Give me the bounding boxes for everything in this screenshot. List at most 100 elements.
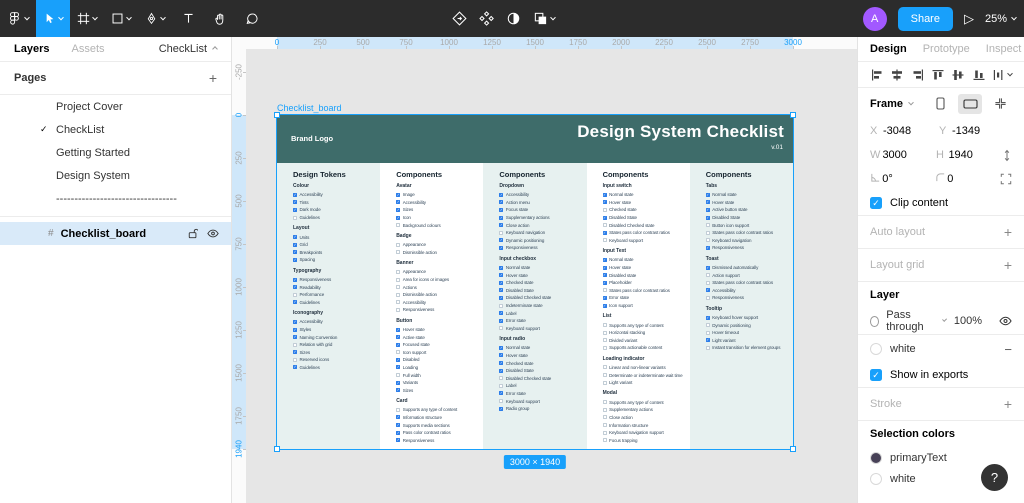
present-button[interactable]: ▷ [964, 11, 974, 27]
add-page-button[interactable]: + [209, 70, 217, 86]
section-title: Modal [587, 390, 690, 396]
checklist-item: ✓Sizes [277, 349, 380, 357]
checked-checkbox-icon: ✓ [499, 311, 503, 315]
shape-tool-button[interactable] [104, 0, 138, 37]
item-label: Action support [712, 273, 739, 278]
height-label: H [936, 149, 948, 161]
opacity-field[interactable]: 100% [954, 315, 982, 327]
h-ruler-tick [449, 46, 450, 49]
align-top-icon[interactable] [931, 68, 945, 82]
item-label: Accessibility [506, 192, 529, 197]
frame-preset-dropdown[interactable]: Frame [870, 98, 913, 110]
move-tool-button[interactable] [36, 0, 70, 37]
canvas[interactable]: 0250500750100012501500175020002250250027… [232, 37, 857, 503]
align-right-icon[interactable] [911, 68, 925, 82]
selection-handle-top-left[interactable] [274, 112, 280, 118]
fill-color-name[interactable]: white [890, 343, 916, 355]
unchecked-checkbox-icon [293, 358, 297, 362]
align-vertical-center-icon[interactable] [951, 68, 965, 82]
vertical-ruler[interactable]: -250025050075010001250150017501940 [232, 49, 246, 503]
checklist-item: ✓Sizes [380, 386, 483, 394]
unchecked-checkbox-icon [603, 415, 607, 419]
zoom-level-control[interactable]: 25% [985, 13, 1016, 25]
unchecked-checkbox-icon [396, 270, 400, 274]
horizontal-ruler[interactable]: 0250500750100012501500175020002250250027… [232, 37, 857, 49]
tab-prototype[interactable]: Prototype [923, 43, 970, 55]
page-item-4[interactable]: Design System [0, 164, 231, 187]
checked-checkbox-icon: ✓ [499, 246, 503, 250]
avatar[interactable]: A [863, 7, 887, 31]
board-column-1: Design TokensColour✓Accessibility✓Tints✓… [277, 163, 380, 449]
checked-checkbox-icon: ✓ [499, 296, 503, 300]
independent-corners-icon[interactable] [1000, 173, 1012, 185]
add-layout-grid-button[interactable]: + [1004, 257, 1012, 273]
x-value-field[interactable]: -3048 [883, 125, 939, 137]
align-horizontal-center-icon[interactable] [890, 68, 904, 82]
align-bottom-icon[interactable] [972, 68, 986, 82]
page-item-3[interactable]: Getting Started [0, 141, 231, 164]
remove-fill-button[interactable]: − [1004, 342, 1012, 357]
selection-handle-bottom-right[interactable] [790, 446, 796, 452]
y-value-field[interactable]: -1349 [952, 125, 1008, 137]
tab-design[interactable]: Design [870, 43, 907, 55]
rotation-value-field[interactable]: 0° [882, 173, 935, 185]
fill-color-swatch[interactable] [870, 343, 882, 355]
clip-content-checkbox[interactable]: ✓ [870, 197, 882, 209]
tab-inspect[interactable]: Inspect [986, 43, 1021, 55]
corner-radius-value-field[interactable]: 0 [947, 173, 1000, 185]
portrait-orientation-icon[interactable] [928, 94, 952, 114]
item-label: Error state [609, 295, 629, 300]
page-item-2[interactable]: ✓CheckList [0, 118, 231, 141]
boolean-groups-button[interactable] [533, 11, 555, 26]
checklist-item: Keyboard navigation [690, 237, 793, 245]
add-auto-layout-button[interactable]: + [1004, 224, 1012, 240]
color-swatch[interactable] [870, 473, 882, 485]
item-label: Guidelines [300, 300, 320, 305]
unlock-icon[interactable] [188, 228, 198, 239]
auto-layout-label: Auto layout [870, 226, 925, 238]
checklist-board-frame[interactable]: Brand Logo Design System Checklist v.01 … [277, 115, 793, 449]
color-name[interactable]: primaryText [890, 452, 947, 464]
height-value-field[interactable]: 1940 [948, 149, 1002, 161]
hand-tool-button[interactable] [204, 0, 236, 37]
pen-tool-button[interactable] [138, 0, 172, 37]
use-as-mask-button[interactable] [506, 11, 521, 26]
edit-object-button[interactable] [452, 11, 467, 26]
checklist-item: Disabled Checked state [483, 374, 586, 382]
text-tool-button[interactable] [172, 0, 204, 37]
layer-row-checklist-board[interactable]: # Checklist_board [0, 222, 231, 245]
v-ruler-tick [243, 72, 246, 73]
checklist-item: ✓Error state [483, 317, 586, 325]
item-label: Actions [403, 285, 417, 290]
constrain-proportions-icon[interactable] [1002, 149, 1012, 162]
comment-tool-button[interactable] [236, 0, 268, 37]
width-value-field[interactable]: 3000 [882, 149, 936, 161]
blend-mode-select[interactable]: Pass through [886, 309, 947, 333]
distribute-spacing-icon[interactable] [992, 68, 1012, 82]
resize-to-fit-icon[interactable] [988, 94, 1012, 114]
page-item-5[interactable]: --------------------------------- [0, 187, 231, 210]
page-item-1[interactable]: Project Cover [0, 95, 231, 118]
color-swatch[interactable] [870, 452, 882, 464]
align-left-icon[interactable] [870, 68, 884, 82]
tab-assets[interactable]: Assets [71, 43, 104, 55]
color-name[interactable]: white [890, 473, 916, 485]
main-menu-button[interactable] [0, 0, 36, 37]
item-label: Sizes [403, 388, 414, 393]
frame-canvas-label[interactable]: Checklist_board [277, 103, 342, 113]
add-stroke-button[interactable]: + [1004, 396, 1012, 412]
selection-handle-bottom-left[interactable] [274, 446, 280, 452]
share-button[interactable]: Share [898, 7, 953, 31]
tab-layers[interactable]: Layers [14, 43, 49, 55]
create-component-button[interactable] [479, 11, 494, 26]
file-name-collapse[interactable]: CheckList [159, 43, 217, 55]
landscape-orientation-icon[interactable] [958, 94, 982, 114]
show-in-exports-checkbox[interactable]: ✓ [870, 369, 882, 381]
item-label: Checked state [506, 280, 533, 285]
help-button[interactable]: ? [981, 464, 1008, 491]
item-label: Focus state [506, 207, 528, 212]
layer-visibility-eye-icon[interactable] [999, 316, 1012, 326]
selection-handle-top-right[interactable] [790, 112, 796, 118]
visibility-eye-icon[interactable] [207, 229, 219, 238]
frame-tool-button[interactable] [70, 0, 104, 37]
